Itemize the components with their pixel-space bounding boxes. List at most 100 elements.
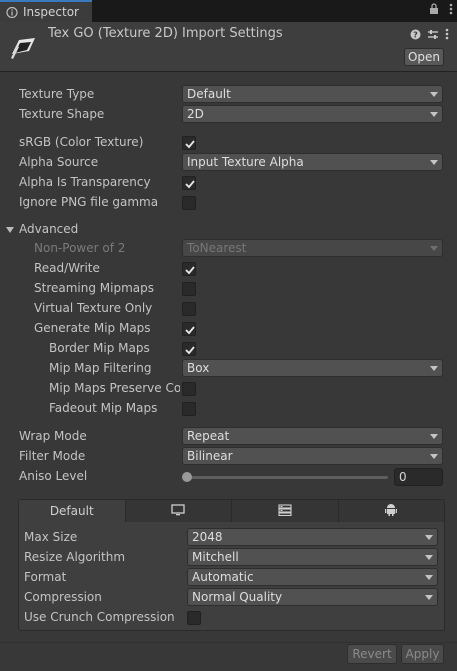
tab-android[interactable] <box>338 500 444 522</box>
kebab-icon[interactable] <box>445 28 449 43</box>
footer-divider <box>0 642 457 643</box>
page-title: Tex GO (Texture 2D) Import Settings <box>48 26 283 41</box>
chevron-down-icon <box>425 575 433 580</box>
texture-shape-dropdown[interactable]: 2D <box>182 105 443 123</box>
server-icon <box>278 503 292 519</box>
inspector-header: Tex GO (Texture 2D) Import Settings ? Op… <box>0 22 457 72</box>
monitor-icon <box>171 503 185 519</box>
filter-mode-value: Bilinear <box>187 449 233 463</box>
checkmark-icon <box>185 266 195 275</box>
mip-map-filtering-label: Mip Map Filtering <box>49 361 152 375</box>
texture-shape-value: 2D <box>187 107 204 121</box>
compression-value: Normal Quality <box>192 590 283 604</box>
fadeout-mip-maps-checkbox[interactable] <box>182 402 196 416</box>
chevron-down-icon <box>430 160 438 165</box>
tab-default-label: Default <box>49 504 94 518</box>
texture-type-dropdown[interactable]: Default <box>182 85 443 103</box>
checkmark-icon <box>185 180 195 189</box>
max-size-value: 2048 <box>192 530 223 544</box>
non-power-of-2-label: Non-Power of 2 <box>34 241 126 255</box>
aniso-level-slider-thumb[interactable] <box>182 472 192 482</box>
aniso-level-label: Aniso Level <box>19 469 88 483</box>
resize-algorithm-value: Mitchell <box>192 550 239 564</box>
checkmark-icon <box>185 326 195 335</box>
checkmark-icon <box>185 140 195 149</box>
read-write-checkbox[interactable] <box>182 262 196 276</box>
info-icon <box>6 6 18 18</box>
virtual-texture-only-label: Virtual Texture Only <box>34 301 153 315</box>
wrap-mode-label: Wrap Mode <box>19 429 87 443</box>
format-value: Automatic <box>192 570 254 584</box>
more-icon[interactable] <box>449 3 453 18</box>
virtual-texture-only-checkbox[interactable] <box>182 302 196 316</box>
aniso-level-field[interactable]: 0 <box>394 468 443 486</box>
tab-bar: Inspector <box>0 0 457 22</box>
lock-icon[interactable] <box>429 3 439 18</box>
use-crunch-compression-checkbox[interactable] <box>187 611 201 625</box>
fadeout-mip-maps-label: Fadeout Mip Maps <box>49 401 158 415</box>
filter-mode-dropdown[interactable]: Bilinear <box>182 447 443 465</box>
max-size-dropdown[interactable]: 2048 <box>187 528 438 546</box>
texture-shape-label: Texture Shape <box>19 107 105 121</box>
mip-maps-preserve-coverage-label: Mip Maps Preserve Coverage <box>49 381 180 395</box>
tab-label: Inspector <box>23 5 79 19</box>
resize-algorithm-label: Resize Algorithm <box>24 550 126 564</box>
streaming-mipmaps-label: Streaming Mipmaps <box>34 281 155 295</box>
compression-label: Compression <box>24 590 102 604</box>
alpha-is-transparency-checkbox[interactable] <box>182 176 196 190</box>
generate-mip-maps-label: Generate Mip Maps <box>34 321 151 335</box>
tab-default[interactable]: Default <box>19 500 126 522</box>
alpha-source-value: Input Texture Alpha <box>187 155 304 169</box>
chevron-down-icon <box>430 434 438 439</box>
max-size-label: Max Size <box>24 530 78 544</box>
chevron-down-icon <box>430 246 438 251</box>
non-power-of-2-dropdown: ToNearest <box>182 239 443 257</box>
texture-type-value: Default <box>187 87 231 101</box>
mip-map-filtering-dropdown[interactable]: Box <box>182 359 443 377</box>
chevron-down-icon <box>430 92 438 97</box>
resize-algorithm-dropdown[interactable]: Mitchell <box>187 548 438 566</box>
alpha-source-label: Alpha Source <box>19 155 99 169</box>
open-button[interactable]: Open <box>404 48 444 66</box>
format-dropdown[interactable]: Automatic <box>187 568 438 586</box>
advanced-foldout-label[interactable]: Advanced <box>19 222 78 236</box>
generate-mip-maps-checkbox[interactable] <box>182 322 196 336</box>
tab-inspector[interactable]: Inspector <box>0 0 92 22</box>
wrap-mode-value: Repeat <box>187 429 230 443</box>
chevron-down-icon <box>425 535 433 540</box>
tab-server[interactable] <box>232 500 339 522</box>
apply-button[interactable]: Apply <box>401 644 444 664</box>
ignore-png-gamma-checkbox[interactable] <box>182 196 196 210</box>
chevron-down-icon <box>430 112 438 117</box>
checkmark-icon <box>185 346 195 355</box>
srgb-label: sRGB (Color Texture) <box>19 135 144 149</box>
srgb-checkbox[interactable] <box>182 136 196 150</box>
platform-tabs: Default <box>19 500 444 522</box>
revert-button[interactable]: Revert <box>347 644 397 664</box>
texture-asset-icon <box>9 32 39 62</box>
tab-standalone[interactable] <box>125 500 232 522</box>
chevron-down-icon <box>430 454 438 459</box>
alpha-is-transparency-label: Alpha Is Transparency <box>19 175 151 189</box>
mip-maps-preserve-coverage-checkbox[interactable] <box>182 382 196 396</box>
compression-dropdown[interactable]: Normal Quality <box>187 588 438 606</box>
texture-type-label: Texture Type <box>19 87 95 101</box>
svg-text:?: ? <box>413 30 418 39</box>
chevron-down-icon <box>425 555 433 560</box>
chevron-down-icon <box>430 366 438 371</box>
alpha-source-dropdown[interactable]: Input Texture Alpha <box>182 153 443 171</box>
android-icon <box>385 503 398 519</box>
filter-mode-label: Filter Mode <box>19 449 86 463</box>
streaming-mipmaps-checkbox[interactable] <box>182 282 196 296</box>
wrap-mode-dropdown[interactable]: Repeat <box>182 427 443 445</box>
chevron-down-icon <box>425 595 433 600</box>
format-label: Format <box>24 570 67 584</box>
foldout-arrow-icon[interactable] <box>6 227 14 233</box>
mip-map-filtering-value: Box <box>187 361 210 375</box>
aniso-level-slider-track[interactable] <box>186 476 388 479</box>
help-icon[interactable]: ? <box>410 29 421 43</box>
preset-icon[interactable] <box>427 29 439 43</box>
non-power-of-2-value: ToNearest <box>187 241 247 255</box>
border-mip-maps-checkbox[interactable] <box>182 342 196 356</box>
ignore-png-gamma-label: Ignore PNG file gamma <box>19 195 159 209</box>
